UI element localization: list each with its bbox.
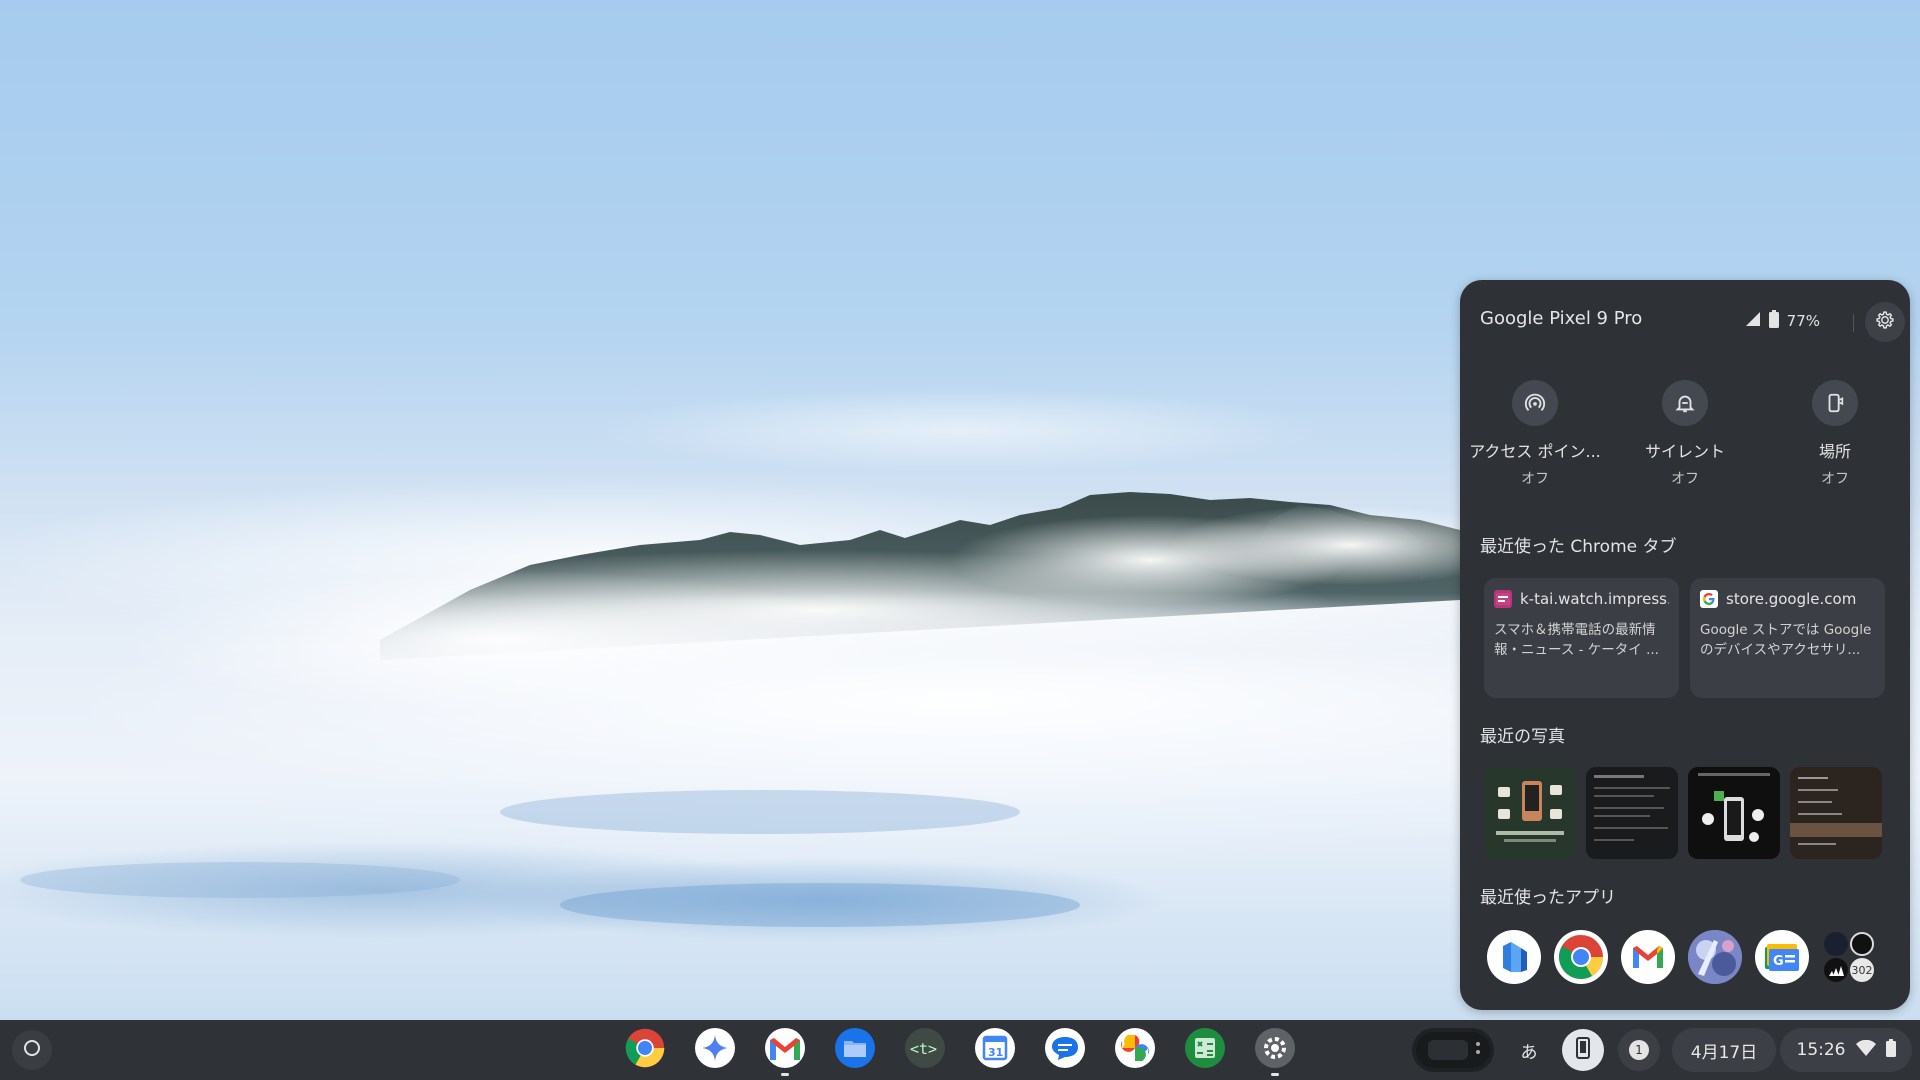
status-area-button[interactable]: 15:26 xyxy=(1780,1028,1912,1072)
launcher-circle-icon xyxy=(23,1039,41,1061)
gmail-icon[interactable] xyxy=(1621,930,1675,984)
recent-tabs-title: 最近使った Chrome タブ xyxy=(1480,537,1677,557)
shelf-app-gemini[interactable] xyxy=(692,1027,738,1073)
svg-text:<t>: <t> xyxy=(910,1040,937,1058)
shelf-app-messages[interactable] xyxy=(1042,1027,1088,1073)
quick-action-hotspot[interactable]: アクセス ポイン... オフ xyxy=(1460,380,1610,488)
screen-capture-preview[interactable] xyxy=(1412,1028,1494,1072)
adidas-icon xyxy=(1824,958,1848,982)
date-label: 4月17日 xyxy=(1690,1042,1758,1063)
device-name: Google Pixel 9 Pro xyxy=(1480,308,1643,329)
photos-icon xyxy=(1114,1027,1156,1073)
tab-title: Google ストアでは Google のデバイスやアクセサリ... xyxy=(1700,622,1872,658)
divider xyxy=(1853,314,1854,332)
k-tai-favicon xyxy=(1494,590,1512,608)
battery-icon xyxy=(1768,310,1779,332)
quick-action-silent[interactable]: サイレント オフ xyxy=(1610,380,1760,488)
phone-hub-button[interactable] xyxy=(1562,1029,1604,1071)
shelf-app-chrome[interactable] xyxy=(622,1027,668,1073)
tab-title: スマホ＆携帯電話の最新情報・ニュース - ケータイ ... xyxy=(1494,622,1659,658)
recent-photos-title: 最近の写真 xyxy=(1480,727,1565,747)
quick-actions: アクセス ポイン... オフ サイレント オフ 場所 オフ xyxy=(1460,380,1910,490)
svg-text:G: G xyxy=(1773,954,1784,969)
shelf: <t> 31 あ 1 4月17日 15:26 xyxy=(0,1020,1920,1080)
date-tray-button[interactable]: 4月17日 xyxy=(1672,1028,1776,1072)
notification-counter-button[interactable]: 1 xyxy=(1618,1029,1660,1071)
running-indicator xyxy=(1271,1073,1279,1076)
recent-photo-thumbnail[interactable] xyxy=(1790,767,1882,859)
signal-icon xyxy=(1745,311,1761,331)
tab-domain: k-tai.watch.impress... xyxy=(1520,590,1669,608)
launcher-button[interactable] xyxy=(12,1030,52,1070)
settings-icon xyxy=(1254,1027,1296,1073)
app-mini-icon xyxy=(1824,932,1848,956)
game-app-icon[interactable] xyxy=(1688,930,1742,984)
gear-icon xyxy=(1874,309,1896,335)
gmail-icon xyxy=(764,1027,806,1073)
quick-action-state: オフ xyxy=(1671,471,1699,487)
quick-action-label: アクセス ポイン... xyxy=(1469,442,1601,461)
battery-icon xyxy=(1885,1038,1896,1062)
google-favicon xyxy=(1700,590,1718,608)
time-label: 15:26 xyxy=(1796,1040,1846,1060)
quick-action-state: オフ xyxy=(1821,471,1849,487)
shelf-app-sheets[interactable] xyxy=(1182,1027,1228,1073)
phone-hub-settings-button[interactable] xyxy=(1865,302,1905,342)
gemini-icon xyxy=(694,1027,736,1073)
phone-status: 77% xyxy=(1745,310,1820,332)
svg-text:31: 31 xyxy=(988,1046,1003,1059)
blue-app-icon[interactable] xyxy=(1487,930,1541,984)
shelf-app-terminal[interactable]: <t> xyxy=(902,1027,948,1073)
chrome-icon[interactable] xyxy=(1554,930,1608,984)
more-apps-count: 302 xyxy=(1850,958,1874,982)
quick-action-locate[interactable]: 場所 オフ xyxy=(1760,380,1910,488)
shelf-app-files[interactable] xyxy=(832,1027,878,1073)
quick-action-label: サイレント xyxy=(1644,442,1725,461)
notification-count: 1 xyxy=(1629,1040,1649,1060)
shelf-app-photos[interactable] xyxy=(1112,1027,1158,1073)
app-preview-thumbnail xyxy=(1416,1032,1490,1068)
recent-tab-card[interactable]: store.google.com Google ストアでは Google のデバ… xyxy=(1690,578,1885,698)
recent-photo-thumbnail[interactable] xyxy=(1586,767,1678,859)
recent-apps-title: 最近使ったアプリ xyxy=(1480,888,1616,908)
silent-bell-icon xyxy=(1662,380,1708,426)
ime-label: あ xyxy=(1520,1042,1538,1063)
shelf-app-gmail[interactable] xyxy=(762,1027,808,1076)
running-indicator xyxy=(781,1073,789,1076)
shelf-app-calendar[interactable]: 31 xyxy=(972,1027,1018,1073)
recent-photo-thumbnail[interactable] xyxy=(1484,767,1576,859)
recent-tab-card[interactable]: k-tai.watch.impress... スマホ＆携帯電話の最新情報・ニュー… xyxy=(1484,578,1679,698)
recent-photo-thumbnail[interactable] xyxy=(1688,767,1780,859)
hotspot-icon xyxy=(1512,380,1558,426)
calendar-icon: 31 xyxy=(974,1027,1016,1073)
phone-icon xyxy=(1575,1036,1591,1064)
files-icon xyxy=(834,1027,876,1073)
quick-action-state: オフ xyxy=(1521,471,1549,487)
more-apps-button[interactable]: 302 xyxy=(1822,930,1876,984)
locate-phone-icon xyxy=(1812,380,1858,426)
app-mini-icon xyxy=(1850,932,1874,956)
shelf-app-settings[interactable] xyxy=(1252,1027,1298,1076)
ime-menu-button[interactable]: あ xyxy=(1508,1029,1550,1071)
wifi-icon xyxy=(1855,1039,1876,1061)
quick-action-label: 場所 xyxy=(1818,442,1851,461)
google-news-icon[interactable]: G xyxy=(1755,930,1809,984)
chrome-icon xyxy=(624,1027,666,1073)
tab-domain: store.google.com xyxy=(1726,590,1857,608)
terminal-icon: <t> xyxy=(904,1027,946,1073)
messages-icon xyxy=(1044,1027,1086,1073)
battery-percent: 77% xyxy=(1786,312,1820,330)
phone-hub-panel: Google Pixel 9 Pro 77% アクセス ポイン... オフ サイ… xyxy=(1460,280,1910,1010)
sheets-icon xyxy=(1184,1027,1226,1073)
